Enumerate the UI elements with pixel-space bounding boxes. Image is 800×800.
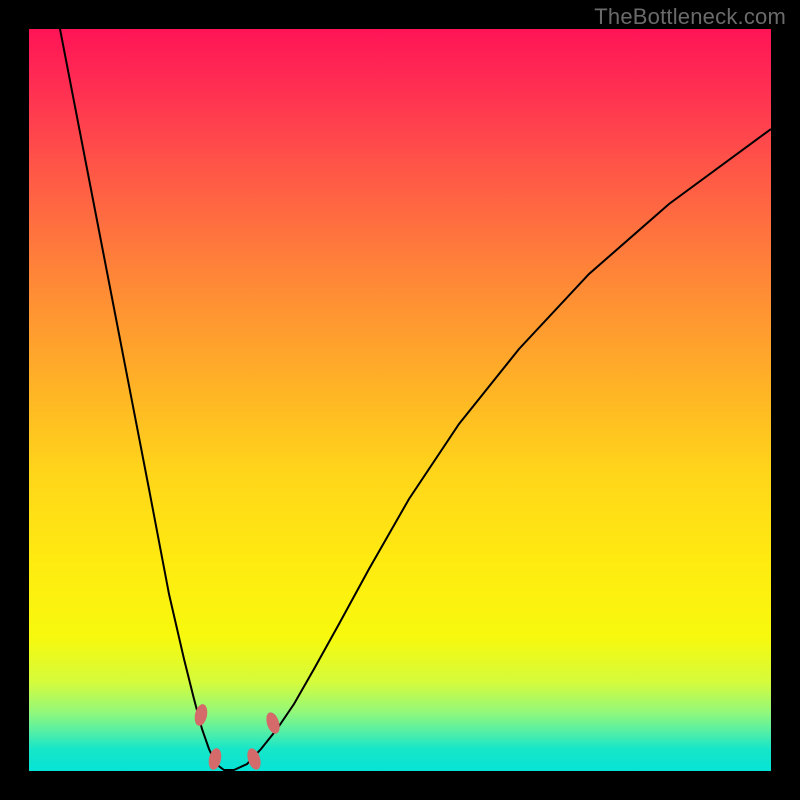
- right-upper-bead: [264, 711, 282, 736]
- watermark-text: TheBottleneck.com: [594, 4, 786, 30]
- plot-area: [29, 29, 771, 771]
- curve-svg: [29, 29, 771, 771]
- chart-frame: TheBottleneck.com: [0, 0, 800, 800]
- bottleneck-curve: [60, 29, 771, 770]
